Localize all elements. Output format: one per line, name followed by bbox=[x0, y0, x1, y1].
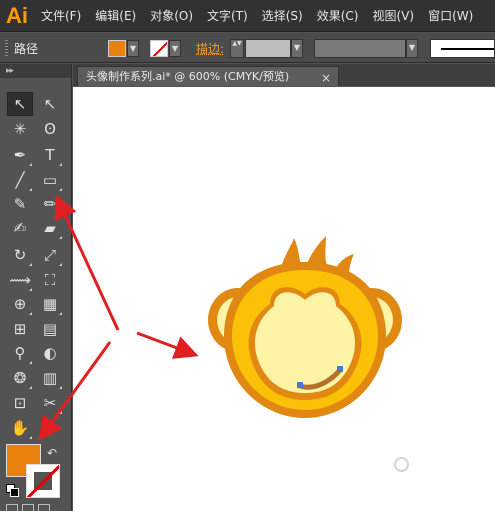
lasso-tool-icon[interactable]: ʘ bbox=[37, 117, 63, 141]
app-logo: Ai bbox=[6, 2, 28, 28]
close-tab-icon[interactable]: × bbox=[321, 68, 331, 88]
column-graph-tool-icon[interactable]: ▥ bbox=[37, 366, 63, 390]
blob-brush-tool-icon[interactable]: ✍ bbox=[7, 216, 33, 240]
hand-tool-icon[interactable]: ✋ bbox=[7, 416, 33, 440]
stroke-dropdown-arrow[interactable]: ▼ bbox=[169, 40, 181, 57]
width-tool-icon[interactable]: ⟿ bbox=[7, 268, 33, 292]
watermark-logo bbox=[394, 455, 490, 473]
rotate-tool-icon[interactable]: ↻ bbox=[7, 243, 33, 267]
profile-dropdown[interactable]: ▼ bbox=[406, 39, 418, 58]
artboard-tool-icon[interactable]: ⊡ bbox=[7, 391, 33, 415]
menu-bar: Ai 文件(F) 编辑(E) 对象(O) 文字(T) 选择(S) 效果(C) 视… bbox=[0, 0, 495, 32]
shape-builder-tool-icon[interactable]: ⊕ bbox=[7, 292, 33, 316]
tools-panel: ▸▸ ↖ ↖ ✳ ʘ ✒ T ╱ ▭ ✎ ✏ ✍ ▰ ↻ ⤢ ⟿ ⛶ ⊕ ▦ ⊞… bbox=[0, 64, 72, 511]
menu-effect[interactable]: 效果(C) bbox=[310, 0, 366, 32]
brush-definition-preview[interactable] bbox=[430, 39, 495, 58]
stroke-weight-dropdown[interactable]: ▼ bbox=[291, 39, 303, 58]
free-transform-tool-icon[interactable]: ⛶ bbox=[37, 268, 63, 292]
tools-panel-header[interactable]: ▸▸ bbox=[0, 64, 71, 78]
menu-edit[interactable]: 编辑(E) bbox=[88, 0, 143, 32]
rectangle-tool-icon[interactable]: ▭ bbox=[37, 168, 63, 192]
perspective-grid-tool-icon[interactable]: ▦ bbox=[37, 292, 63, 316]
mouth-anchor-left bbox=[297, 382, 303, 388]
stroke-color-swatch[interactable] bbox=[150, 40, 168, 57]
mesh-tool-icon[interactable]: ⊞ bbox=[7, 317, 33, 341]
stroke-color-box[interactable] bbox=[26, 464, 60, 498]
variable-width-profile[interactable] bbox=[314, 39, 406, 58]
fill-color-swatch[interactable] bbox=[108, 40, 126, 57]
menu-file[interactable]: 文件(F) bbox=[34, 0, 88, 32]
menu-window[interactable]: 窗口(W) bbox=[421, 0, 480, 32]
type-tool-icon[interactable]: T bbox=[37, 143, 63, 167]
slice-tool-icon[interactable]: ✂ bbox=[37, 391, 63, 415]
eraser-tool-icon[interactable]: ▰ bbox=[37, 216, 63, 240]
menu-type[interactable]: 文字(T) bbox=[200, 0, 255, 32]
pencil-tool-icon[interactable]: ✏ bbox=[37, 192, 63, 216]
stroke-weight-stepper[interactable]: ▲▼ bbox=[230, 39, 244, 58]
line-segment-tool-icon[interactable]: ╱ bbox=[7, 168, 33, 192]
menu-object[interactable]: 对象(O) bbox=[143, 0, 200, 32]
swap-fill-stroke-icon[interactable]: ↶ bbox=[47, 446, 57, 460]
control-bar: 路径 ▼ ▼ 描边: ▲▼ ▼ ▼ bbox=[0, 33, 495, 63]
illustrator-window: Ai 文件(F) 编辑(E) 对象(O) 文字(T) 选择(S) 效果(C) 视… bbox=[0, 0, 495, 511]
selection-type-label: 路径 bbox=[14, 42, 39, 56]
symbol-sprayer-tool-icon[interactable]: ❂ bbox=[7, 366, 33, 390]
mouth-anchor-right bbox=[337, 366, 343, 372]
menu-select[interactable]: 选择(S) bbox=[255, 0, 310, 32]
gradient-tool-icon[interactable]: ▤ bbox=[37, 317, 63, 341]
menu-view[interactable]: 视图(V) bbox=[365, 0, 421, 32]
default-fill-stroke-icon[interactable] bbox=[6, 484, 19, 497]
panel-grip[interactable] bbox=[5, 40, 8, 56]
color-mode-button[interactable] bbox=[6, 504, 18, 511]
selection-tool-icon[interactable]: ↖ bbox=[7, 92, 33, 116]
zoom-tool-icon[interactable]: ⚲ bbox=[37, 416, 63, 440]
watermark-icon bbox=[394, 456, 409, 472]
fill-dropdown-arrow[interactable]: ▼ bbox=[127, 40, 139, 57]
stroke-weight-field[interactable] bbox=[245, 39, 291, 58]
monkey-head-artwork[interactable] bbox=[208, 232, 402, 422]
none-mode-button[interactable] bbox=[38, 504, 50, 511]
color-mode-buttons bbox=[6, 504, 50, 511]
document-tab-bar: 头像制作系列.ai* @ 600% (CMYK/预览) × bbox=[73, 64, 495, 86]
paintbrush-tool-icon[interactable]: ✎ bbox=[7, 192, 33, 216]
document-title: 头像制作系列.ai* @ 600% (CMYK/预览) bbox=[86, 70, 290, 83]
stroke-label[interactable]: 描边: bbox=[196, 40, 224, 57]
gradient-mode-button[interactable] bbox=[22, 504, 34, 511]
scale-tool-icon[interactable]: ⤢ bbox=[37, 243, 63, 267]
eyedropper-tool-icon[interactable]: ⚲ bbox=[7, 341, 33, 365]
pen-tool-icon[interactable]: ✒ bbox=[7, 143, 33, 167]
direct-selection-tool-icon[interactable]: ↖ bbox=[37, 92, 63, 116]
blend-tool-icon[interactable]: ◐ bbox=[37, 341, 63, 365]
magic-wand-tool-icon[interactable]: ✳ bbox=[7, 117, 33, 141]
document-tab[interactable]: 头像制作系列.ai* @ 600% (CMYK/预览) × bbox=[77, 66, 339, 86]
